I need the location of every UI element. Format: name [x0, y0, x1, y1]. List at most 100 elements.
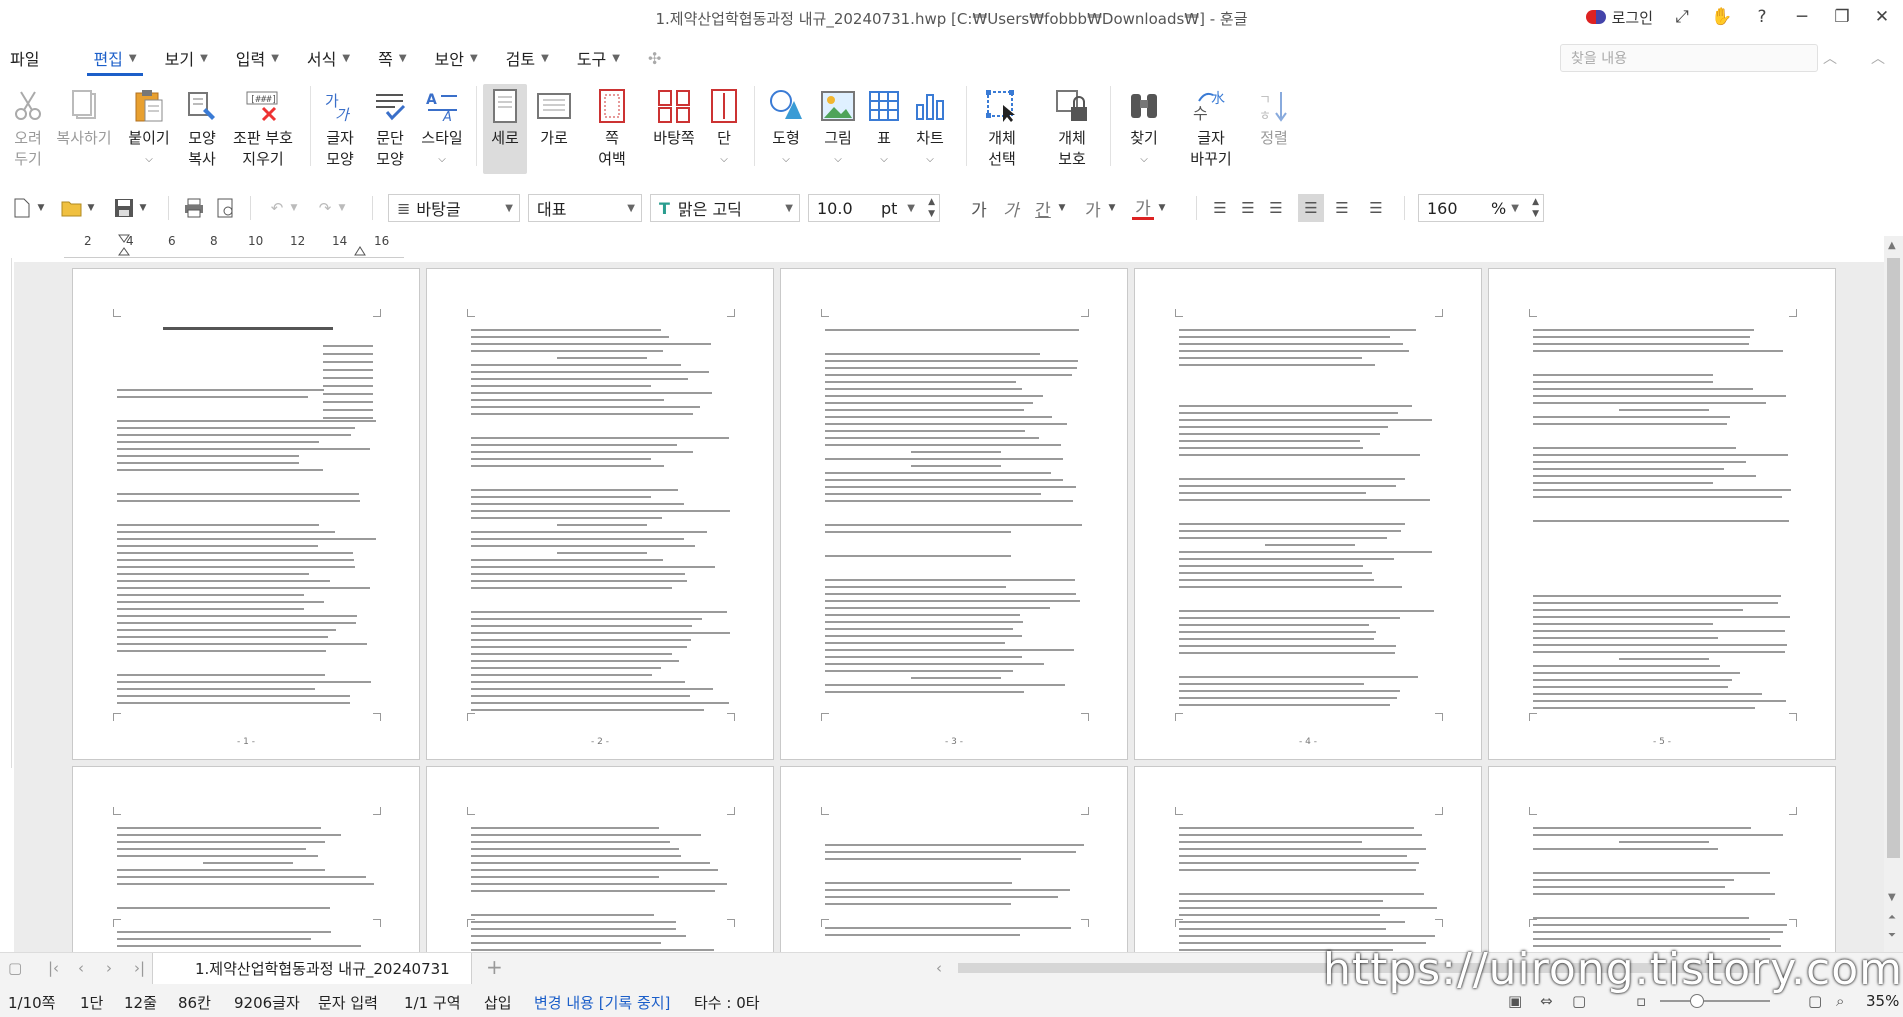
status-insert[interactable]: 삽입 [484, 992, 512, 1013]
chevron-up-icon[interactable]: ︿ [1823, 48, 1837, 68]
margin-button[interactable]: 쪽 여백 [590, 88, 634, 170]
print-preview-icon[interactable] [214, 196, 238, 220]
scroll-down-icon[interactable]: ▼ [1888, 892, 1896, 903]
columns-button[interactable]: 단 ⌵ [708, 88, 740, 170]
document-page[interactable]: - 2 - [426, 268, 774, 760]
chevron-down-icon[interactable]: ▼ [1156, 196, 1168, 220]
document-page[interactable] [780, 766, 1128, 952]
distribute-icon[interactable]: ☰ [1330, 196, 1354, 220]
table-button[interactable]: 표 ⌵ [866, 88, 902, 170]
vertical-ruler[interactable] [0, 258, 12, 768]
chevron-down-icon[interactable]: ▼ [136, 196, 150, 220]
chevron-down-icon[interactable]: ▼ [1106, 196, 1118, 220]
horizontal-ruler[interactable]: 2 4 6 8 10 12 14 16 [64, 234, 404, 258]
style-button[interactable]: AA 스타일 ⌵ [418, 88, 466, 170]
chevron-down-icon[interactable]: ▼ [1056, 196, 1068, 220]
scroll-up-icon[interactable]: ▲ [1888, 240, 1896, 251]
zoom-slider[interactable] [1660, 994, 1770, 1008]
menu-review[interactable]: 검토 ▼ [492, 42, 563, 74]
document-canvas[interactable]: - 1 - - 2 - - 3 - - 4 - - 5 - [14, 262, 1884, 952]
menu-security[interactable]: 보안 ▼ [421, 42, 492, 74]
menu-view[interactable]: 보기 ▼ [151, 42, 222, 74]
chart-button[interactable]: 차트 ⌵ [910, 88, 950, 170]
background-page-button[interactable]: 바탕쪽 [648, 88, 700, 149]
search-input[interactable]: 찾을 내용 [1560, 44, 1818, 72]
language-select[interactable]: 대표 ▼ [528, 194, 642, 222]
italic-icon[interactable]: 가 [1000, 196, 1022, 221]
replace-char-button[interactable]: 수水 글자 바꾸기 [1180, 88, 1242, 170]
align-justify-icon[interactable]: ☰ [1208, 196, 1232, 220]
document-page[interactable]: - 1 - [72, 268, 420, 760]
status-page[interactable]: 1/10쪽 [8, 992, 55, 1013]
status-track-changes[interactable]: 변경 내용 [기록 중지] [534, 992, 670, 1013]
prev-page-icon[interactable]: ⏶ [1888, 912, 1896, 923]
print-icon[interactable] [182, 196, 206, 220]
menu-edit[interactable]: 편집 ▼ [79, 42, 150, 76]
document-tab[interactable]: 1.제약산업학협동과정 내규_20240731 [152, 953, 472, 984]
save-icon[interactable] [112, 196, 136, 220]
chevron-down-icon[interactable]: ▼ [336, 196, 348, 220]
landscape-button[interactable]: 가로 [532, 88, 576, 149]
font-select[interactable]: T 맑은 고딕 ▼ [650, 194, 800, 222]
login-button[interactable]: 로그인 [1585, 7, 1653, 28]
align-center-icon[interactable]: ☰ [1264, 196, 1288, 220]
find-button[interactable]: 찾기 ⌵ [1124, 88, 1164, 170]
object-protect-button[interactable]: 개체 보호 [1046, 88, 1098, 170]
picture-button[interactable]: 그림 ⌵ [816, 88, 860, 170]
fullscreen-icon[interactable]: ⤢ [1671, 6, 1693, 28]
minimize-icon[interactable]: ─ [1791, 6, 1813, 28]
addon-icon[interactable]: ✣ [634, 42, 675, 74]
restore-icon[interactable]: ❐ [1831, 6, 1853, 28]
first-tab-icon[interactable]: |‹ [48, 959, 59, 977]
bold-icon[interactable]: 가 [968, 196, 990, 221]
menu-tools[interactable]: 도구 ▼ [563, 42, 634, 74]
document-page[interactable] [426, 766, 774, 952]
align-left-icon[interactable]: ☰ [1236, 196, 1260, 220]
undo-icon[interactable]: ↶ [266, 196, 288, 220]
underline-icon[interactable]: 간 [1032, 196, 1054, 221]
document-page[interactable]: - 5 - [1488, 268, 1836, 760]
prev-tab-icon[interactable]: ‹ [78, 959, 84, 977]
zoom-stepper-icon[interactable]: ▲ ▼ [1532, 196, 1539, 220]
next-page-icon[interactable]: ⏷ [1888, 930, 1896, 941]
redo-icon[interactable]: ↷ [314, 196, 336, 220]
portrait-button[interactable]: 세로 [483, 84, 527, 174]
scroll-left-icon[interactable]: ‹ [936, 959, 942, 977]
document-page[interactable]: - 4 - [1134, 268, 1482, 760]
strikethrough-icon[interactable]: 가 [1082, 196, 1104, 221]
format-copy-button[interactable]: 모양 복사 [182, 88, 222, 170]
zoom-slider-thumb[interactable] [1690, 994, 1704, 1008]
open-folder-icon[interactable] [60, 196, 84, 220]
document-page[interactable] [72, 766, 420, 952]
document-page[interactable] [1134, 766, 1482, 952]
align-right-icon[interactable]: ☰ [1298, 194, 1324, 222]
menu-file[interactable]: 파일 [0, 42, 79, 74]
menu-format[interactable]: 서식 ▼ [293, 42, 364, 74]
tabs-panel-icon[interactable]: ▢ [8, 959, 22, 977]
last-tab-icon[interactable]: ›| [134, 959, 145, 977]
next-tab-icon[interactable]: › [106, 959, 112, 977]
chevron-down-icon[interactable]: ▼ [34, 196, 48, 220]
copy-button[interactable]: 복사하기 [54, 88, 114, 149]
cut-button[interactable]: 오려 두기 [8, 88, 48, 170]
font-size-input[interactable]: 10.0 pt ▼ ▲ ▼ [808, 194, 940, 222]
chevron-down-icon[interactable]: ▼ [288, 196, 300, 220]
add-tab-icon[interactable]: + [486, 955, 503, 979]
document-page[interactable]: - 3 - [780, 268, 1128, 760]
object-select-button[interactable]: 개체 선택 [980, 88, 1024, 170]
sort-button[interactable]: ㄱㅎ 정렬 [1254, 88, 1294, 149]
scrollbar-thumb[interactable] [1887, 258, 1900, 858]
shape-button[interactable]: 도형 ⌵ [764, 88, 808, 170]
new-document-icon[interactable] [10, 196, 34, 220]
menu-insert[interactable]: 입력 ▼ [222, 42, 293, 74]
division-icon[interactable]: ☰ [1364, 196, 1388, 220]
hand-icon[interactable]: ✋ [1711, 6, 1733, 28]
document-page[interactable] [1488, 766, 1836, 952]
zoom-input[interactable]: 160 % ▼ ▲ ▼ [1418, 194, 1544, 222]
para-shape-button[interactable]: 문단 모양 [368, 88, 412, 170]
vertical-scrollbar[interactable]: ▲ ▼ ⏶ ⏷ [1884, 236, 1903, 952]
style-select[interactable]: ≣ 바탕글 ▼ [388, 194, 520, 222]
char-shape-button[interactable]: 가가 글자 모양 [318, 88, 362, 170]
font-color-icon[interactable]: 가 [1132, 196, 1154, 220]
right-indent-marker-icon[interactable] [354, 244, 366, 256]
